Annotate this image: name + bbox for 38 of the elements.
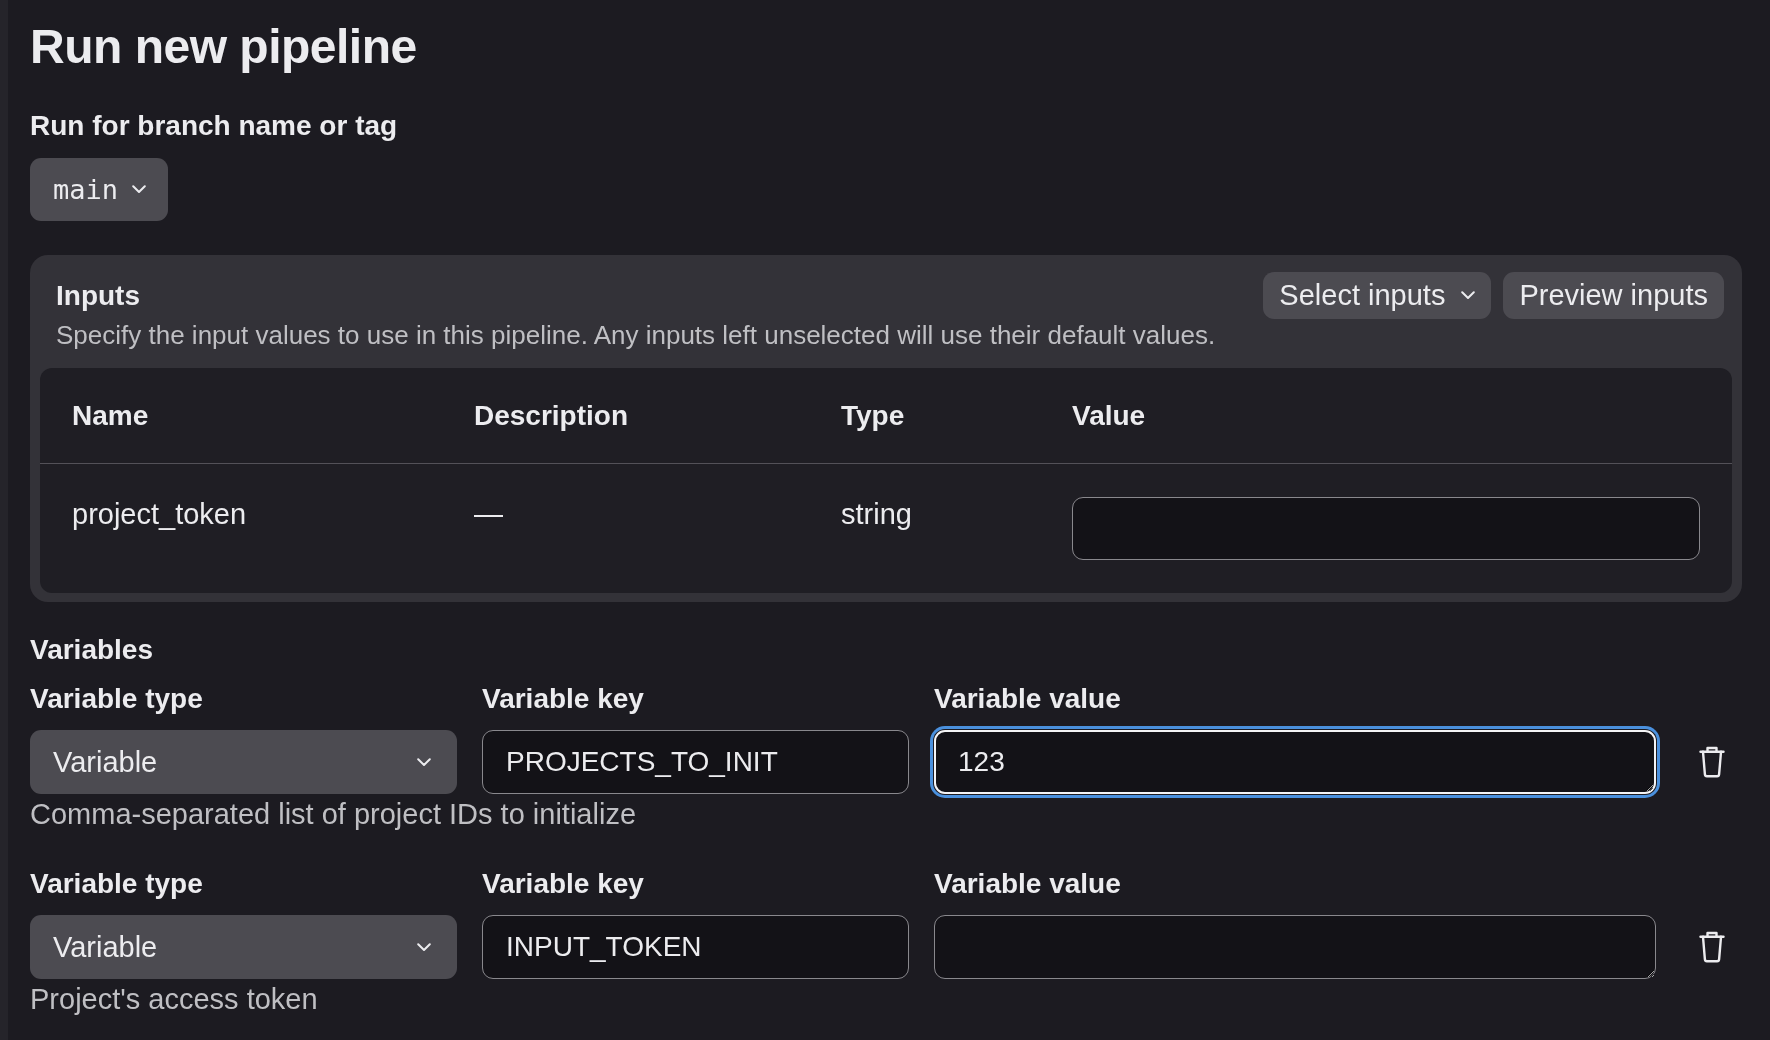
field-label: Variable key	[482, 682, 645, 716]
field-label: Variable value	[934, 682, 1122, 716]
table-cell-text: project_token	[71, 497, 248, 531]
chevron-down-icon	[417, 757, 431, 767]
section-title: Variables	[30, 633, 154, 667]
trash-icon	[1698, 746, 1725, 778]
chevron-down-icon	[132, 185, 147, 194]
select-inputs-dropdown[interactable]: Select inputs	[1263, 272, 1492, 319]
field-label: Variable type	[30, 867, 204, 901]
table-cell-text: —	[473, 497, 504, 531]
input-field[interactable]	[1072, 497, 1700, 560]
table-cell-text: string	[840, 497, 913, 531]
variable-key-field[interactable]: INPUT_TOKEN	[482, 915, 909, 979]
variable-value-field[interactable]: 123	[934, 730, 1656, 794]
trash-icon	[1698, 931, 1725, 963]
help-text: Comma-separated list of project IDs to initialize	[30, 797, 637, 831]
page-title: Run new pipeline	[30, 19, 418, 75]
column-header: Description	[473, 398, 630, 433]
column-header: Name	[71, 398, 150, 433]
field-label: Run for branch name or tag	[30, 109, 399, 143]
field-label: Variable key	[482, 867, 645, 901]
variable-type-select[interactable]: Variable	[30, 915, 457, 979]
column-header: Type	[840, 398, 906, 433]
preview-inputs-button[interactable]: Preview inputs	[1503, 272, 1724, 319]
chevron-down-icon	[417, 942, 431, 952]
variable-key-field[interactable]: PROJECTS_TO_INIT	[482, 730, 909, 794]
field-label: Variable value	[934, 867, 1122, 901]
section-description: Specify the input values to use in this pipeline. Any inputs left unselected will use their default values.	[56, 319, 1216, 352]
field-label: Variable type	[30, 682, 204, 716]
help-text: Project's access token	[30, 982, 319, 1016]
delete-button[interactable]	[1698, 931, 1725, 963]
section-title: Inputs	[56, 279, 141, 313]
column-header: Value	[1071, 398, 1147, 433]
variable-type-select[interactable]: Variable	[30, 730, 457, 794]
branch-dropdown[interactable]: main	[30, 158, 169, 221]
delete-button[interactable]	[1698, 746, 1725, 778]
chevron-down-icon	[1461, 291, 1476, 300]
variable-value-field[interactable]	[934, 915, 1656, 979]
